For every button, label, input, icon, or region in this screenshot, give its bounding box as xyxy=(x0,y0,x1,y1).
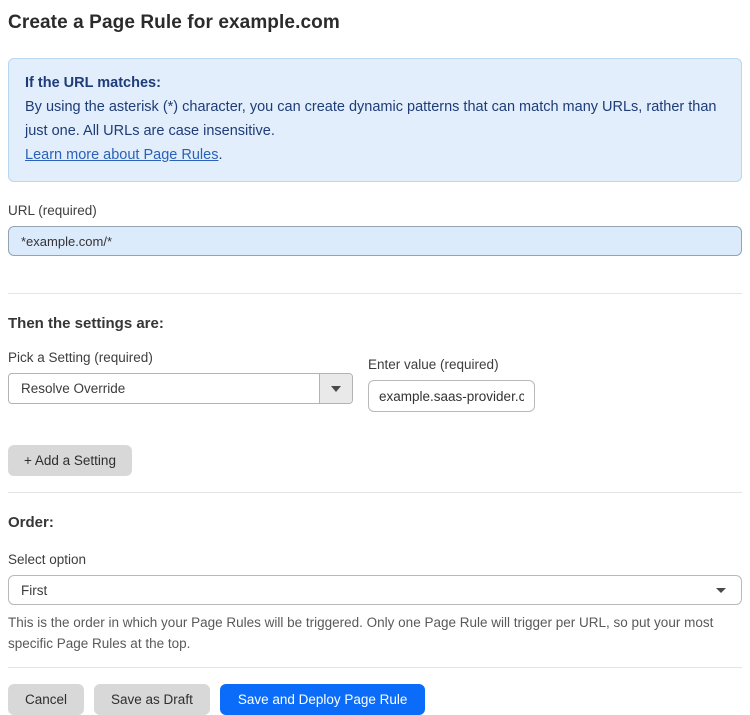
setting-picker-label: Pick a Setting (required) xyxy=(8,350,153,365)
url-input[interactable] xyxy=(8,226,742,256)
add-setting-button[interactable]: + Add a Setting xyxy=(8,445,132,476)
save-as-draft-button[interactable]: Save as Draft xyxy=(94,684,210,715)
info-box-body: By using the asterisk (*) character, you… xyxy=(25,95,725,143)
url-field-label: URL (required) xyxy=(8,203,97,218)
order-select[interactable]: First xyxy=(8,575,742,605)
info-box-heading: If the URL matches: xyxy=(25,75,161,91)
divider xyxy=(8,492,742,493)
chevron-down-icon xyxy=(331,385,341,392)
order-select-value: First xyxy=(21,582,48,598)
info-box-link-line: Learn more about Page Rules. xyxy=(25,143,725,167)
divider xyxy=(8,293,742,294)
setting-value-label: Enter value (required) xyxy=(368,357,499,372)
link-suffix: . xyxy=(218,147,223,163)
save-and-deploy-button[interactable]: Save and Deploy Page Rule xyxy=(219,684,426,715)
setting-select-arrow-box[interactable] xyxy=(319,374,352,403)
setting-value-input[interactable] xyxy=(368,380,535,412)
chevron-down-icon xyxy=(716,587,726,593)
divider xyxy=(8,667,742,668)
setting-select-value: Resolve Override xyxy=(21,381,126,396)
info-box-body-text: By using the asterisk (*) character, you… xyxy=(25,99,717,139)
create-page-rule-panel: Create a Page Rule for example.com If th… xyxy=(0,0,750,715)
order-select-label: Select option xyxy=(8,552,87,567)
setting-value-column: Enter value (required) xyxy=(368,357,535,412)
settings-row: Pick a Setting (required) Resolve Overri… xyxy=(8,350,742,412)
settings-section-heading: Then the settings are: xyxy=(8,315,164,332)
learn-more-link[interactable]: Learn more about Page Rules xyxy=(25,147,218,163)
page-title: Create a Page Rule for example.com xyxy=(8,12,340,33)
cancel-button[interactable]: Cancel xyxy=(8,684,85,715)
footer-actions: Cancel Save as Draft Save and Deploy Pag… xyxy=(8,684,742,715)
order-section-heading: Order: xyxy=(8,514,54,531)
setting-picker-column: Pick a Setting (required) Resolve Overri… xyxy=(8,350,353,404)
order-help-text: This is the order in which your Page Rul… xyxy=(8,615,714,651)
url-match-info-box: If the URL matches: By using the asteris… xyxy=(8,58,742,182)
setting-select[interactable]: Resolve Override xyxy=(8,373,353,404)
